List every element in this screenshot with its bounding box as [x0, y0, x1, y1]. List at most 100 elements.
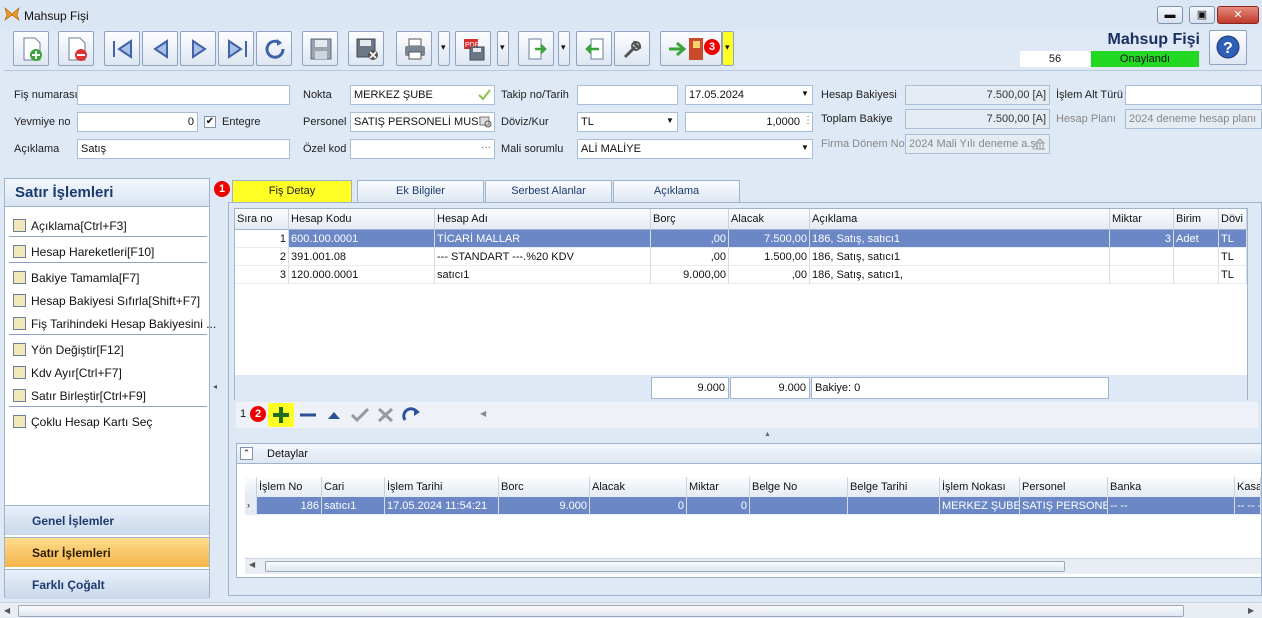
dcol-alacak[interactable]: Alacak: [590, 477, 687, 498]
takip-input[interactable]: [577, 85, 678, 105]
col-miktar[interactable]: Miktar: [1110, 209, 1174, 230]
table-row[interactable]: 3 120.000.0001 satıcı1 9.000,00 ,00 186,…: [235, 266, 1247, 284]
col-hesap-adi[interactable]: Hesap Adı: [435, 209, 651, 230]
ellipsis-icon[interactable]: ···: [481, 142, 491, 153]
col-alacak[interactable]: Alacak: [729, 209, 810, 230]
fis-no-input[interactable]: [77, 85, 290, 105]
nokta-input[interactable]: MERKEZ ŞUBE: [350, 85, 495, 105]
delete-button[interactable]: [58, 31, 94, 66]
cancel-icon[interactable]: [376, 407, 396, 423]
menu-item-satir-birlestir[interactable]: Satır Birleştir[Ctrl+F9]: [9, 385, 207, 407]
pdf-dropdown[interactable]: [497, 31, 509, 66]
tarih-dropdown-icon[interactable]: ▼: [801, 89, 809, 98]
dcol-belge-tarihi[interactable]: Belge Tarihi: [848, 477, 940, 498]
table-row[interactable]: › 186 satıcı1 17.05.2024 11:54:21 9.000 …: [245, 497, 1261, 515]
search-card-icon[interactable]: [479, 116, 492, 128]
islem-alt-input[interactable]: [1125, 85, 1262, 105]
personel-input[interactable]: SATIŞ PERSONELİ MUST: [350, 112, 495, 132]
ozel-kod-input[interactable]: [350, 139, 495, 159]
dcol-personel[interactable]: Personel: [1020, 477, 1108, 498]
confirm-icon[interactable]: [350, 407, 370, 423]
dcol-miktar[interactable]: Miktar: [687, 477, 750, 498]
refresh-button[interactable]: [256, 31, 292, 66]
tarih-input[interactable]: 17.05.2024: [685, 85, 813, 105]
scroll-left-icon[interactable]: ◀: [480, 409, 486, 418]
dcol-borc[interactable]: Borc: [499, 477, 590, 498]
dcol-banka[interactable]: Banka: [1108, 477, 1235, 498]
save-button[interactable]: [302, 31, 338, 66]
menu-item-coklu-hesap[interactable]: Çoklu Hesap Kartı Seç: [9, 411, 207, 433]
redo-icon[interactable]: [402, 406, 424, 424]
yevmiye-input[interactable]: 0: [77, 112, 198, 132]
doviz-dropdown-icon[interactable]: ▼: [666, 116, 674, 125]
dcol-islem-tarihi[interactable]: İşlem Tarihi: [385, 477, 499, 498]
menu-item-hesap-hareketleri[interactable]: Hesap Hareketleri[F10]: [9, 241, 207, 263]
menu-item-yon-degistir[interactable]: Yön Değiştir[F12]: [9, 339, 207, 361]
col-hesap-kodu[interactable]: Hesap Kodu: [289, 209, 435, 230]
tools-button[interactable]: [614, 31, 650, 66]
last-button[interactable]: [218, 31, 254, 66]
export-button[interactable]: [518, 31, 554, 66]
kur-input[interactable]: 1,0000: [685, 112, 813, 132]
add-row-button[interactable]: [268, 403, 294, 427]
next-button[interactable]: [180, 31, 216, 66]
main-scroll-right-icon[interactable]: ▶: [1248, 606, 1254, 615]
dcol-islem-no[interactable]: İşlem No: [257, 477, 322, 498]
menu-item-kdv-ayir[interactable]: Kdv Ayır[Ctrl+F7]: [9, 362, 207, 384]
table-row[interactable]: 2 391.001.08 --- STANDART ---.%20 KDV ,0…: [235, 248, 1247, 266]
main-scroll-left-icon[interactable]: ◀: [4, 606, 10, 615]
doviz-select[interactable]: TL: [577, 112, 678, 132]
tab-fis-detay[interactable]: Fiş Detay: [232, 180, 352, 202]
export-dropdown[interactable]: [558, 31, 570, 66]
tab-serbest-alanlar[interactable]: Serbest Alanlar: [485, 180, 612, 202]
col-borc[interactable]: Borç: [651, 209, 729, 230]
group-satir-islemleri[interactable]: Satır İşlemleri: [5, 537, 209, 567]
aciklama-input[interactable]: Satış: [77, 139, 290, 159]
dcol-cari[interactable]: Cari: [322, 477, 385, 498]
collapse-left-icon[interactable]: ◂: [213, 382, 217, 391]
pdf-save-button[interactable]: PDF: [455, 31, 491, 66]
dcol-islem-noktasi[interactable]: İşlem Nokası: [940, 477, 1020, 498]
dcol-belge-no[interactable]: Belge No: [750, 477, 848, 498]
first-button[interactable]: [104, 31, 140, 66]
details-scroll-thumb[interactable]: [265, 561, 1065, 572]
main-hscrollbar[interactable]: ◀ ▶: [0, 602, 1262, 618]
save-cancel-button[interactable]: [348, 31, 384, 66]
menu-item-bakiye-tamamla[interactable]: Bakiye Tamamla[F7]: [9, 267, 207, 289]
dcol-kasa[interactable]: Kasa: [1235, 477, 1261, 498]
table-row[interactable]: 1 600.100.0001 TİCARİ MALLAR ,00 7.500,0…: [235, 230, 1247, 248]
maximize-button[interactable]: ▣: [1189, 6, 1215, 24]
group-farkli-cogalt[interactable]: Farklı Çoğalt: [5, 569, 209, 599]
tab-ek-bilgiler[interactable]: Ek Bilgiler: [357, 180, 484, 202]
main-scroll-thumb[interactable]: [18, 605, 1184, 617]
print-button[interactable]: [396, 31, 432, 66]
scroll-left-icon[interactable]: ◀: [249, 560, 255, 569]
group-genel-islemler[interactable]: Genel İşlemler: [5, 505, 209, 535]
menu-item-hesap-bakiyesi-sifirla[interactable]: Hesap Bakiyesi Sıfırla[Shift+F7]: [9, 290, 207, 312]
minimize-button[interactable]: ▬: [1157, 6, 1183, 24]
col-doviz[interactable]: Dövi: [1219, 209, 1247, 230]
prev-button[interactable]: [142, 31, 178, 66]
splitter-icon[interactable]: ▲: [764, 431, 771, 438]
collapse-details-icon[interactable]: ⌃: [240, 447, 253, 460]
print-dropdown[interactable]: [438, 31, 450, 66]
tab-aciklama[interactable]: Açıklama: [613, 180, 740, 202]
details-hscrollbar[interactable]: ◀: [245, 558, 1261, 574]
move-up-icon[interactable]: [324, 407, 344, 423]
close-button[interactable]: ✕: [1217, 6, 1259, 24]
mali-select[interactable]: ALİ MALİYE: [577, 139, 813, 159]
col-birim[interactable]: Birim: [1174, 209, 1219, 230]
menu-item-fis-tarihindeki[interactable]: Fiş Tarihindeki Hesap Bakiyesini ...: [9, 313, 216, 335]
new-button[interactable]: [13, 31, 49, 66]
help-button[interactable]: ?: [1209, 30, 1247, 65]
mali-dropdown-icon[interactable]: ▼: [801, 143, 809, 152]
import-button[interactable]: [576, 31, 612, 66]
menu-item-aciklama[interactable]: Açıklama[Ctrl+F3]: [9, 215, 207, 237]
col-sira-no[interactable]: Sıra no: [235, 209, 289, 230]
exit-dropdown[interactable]: [722, 31, 734, 66]
minus-icon[interactable]: [298, 407, 318, 423]
col-aciklama[interactable]: Açıklama: [810, 209, 1110, 230]
entegre-checkbox[interactable]: ✔: [204, 116, 216, 128]
kur-ellipsis-icon[interactable]: ⋮: [803, 115, 813, 126]
left-panel-title: Satır İşlemleri: [5, 179, 209, 207]
